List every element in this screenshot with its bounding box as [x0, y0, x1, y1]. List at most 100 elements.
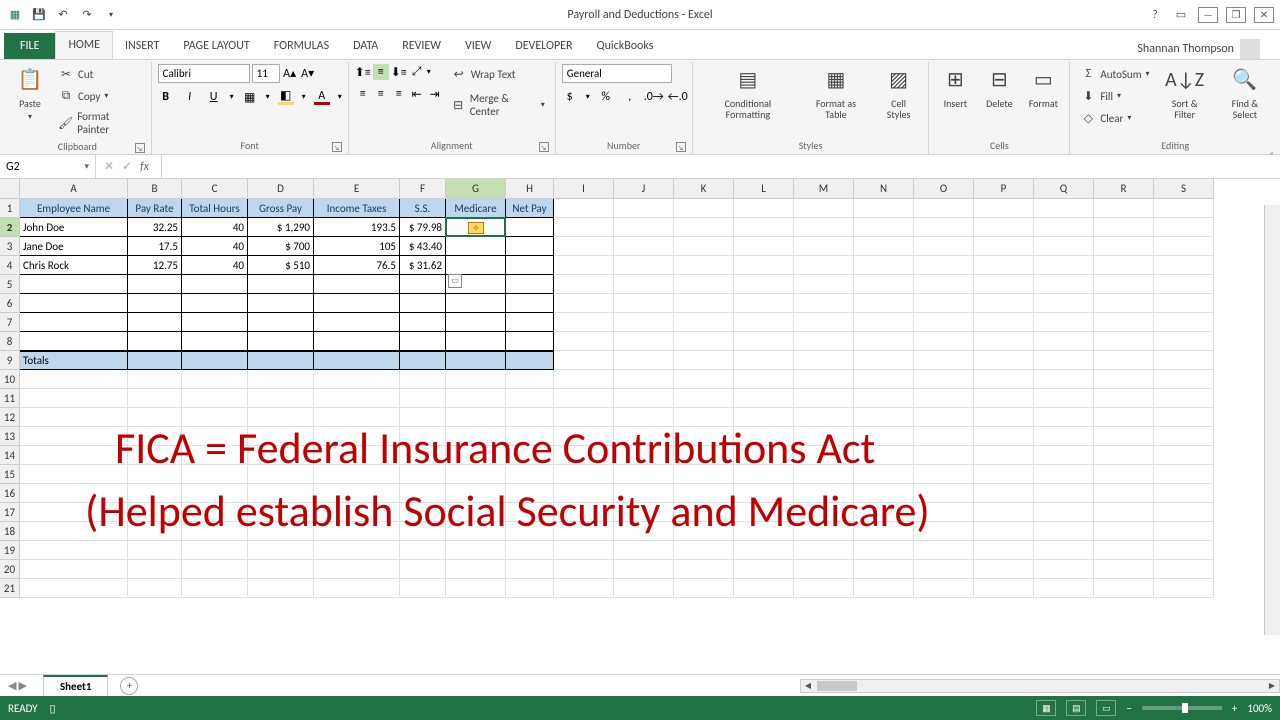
cell[interactable] — [1154, 332, 1214, 351]
cell[interactable] — [794, 218, 854, 237]
cell[interactable] — [506, 579, 554, 598]
cell[interactable] — [554, 389, 614, 408]
cell[interactable] — [854, 275, 914, 294]
tab-review[interactable]: REVIEW — [390, 33, 453, 59]
cell[interactable] — [1034, 275, 1094, 294]
cell[interactable] — [20, 332, 128, 351]
cell[interactable] — [248, 275, 314, 294]
cell[interactable] — [974, 313, 1034, 332]
cell[interactable] — [554, 560, 614, 579]
scroll-left-icon[interactable]: ◀ — [801, 680, 815, 692]
cell[interactable] — [974, 351, 1034, 370]
cell[interactable] — [1154, 579, 1214, 598]
cell[interactable]: 40 — [182, 256, 248, 275]
cell[interactable]: $ 700 — [248, 237, 314, 256]
cell[interactable] — [248, 332, 314, 351]
cell[interactable] — [446, 370, 506, 389]
row-header-8[interactable]: 8 — [0, 332, 20, 351]
copy-button[interactable]: ⧉Copy▾ — [54, 86, 145, 106]
cell[interactable] — [914, 427, 974, 446]
cell[interactable] — [794, 351, 854, 370]
cell[interactable] — [248, 294, 314, 313]
cell[interactable]: $ 510 — [248, 256, 314, 275]
cell[interactable] — [1034, 237, 1094, 256]
cell[interactable] — [1034, 370, 1094, 389]
cell[interactable] — [734, 579, 794, 598]
cell[interactable] — [506, 370, 554, 389]
number-format-input[interactable] — [562, 64, 672, 83]
cell[interactable] — [314, 389, 400, 408]
cell[interactable] — [1154, 465, 1214, 484]
cell[interactable] — [1094, 313, 1154, 332]
cell[interactable]: 105 — [314, 237, 400, 256]
cell[interactable] — [674, 199, 734, 218]
ribbon-options-icon[interactable]: ▭ — [1172, 6, 1190, 24]
cell[interactable] — [854, 332, 914, 351]
zoom-slider[interactable] — [1142, 706, 1222, 710]
col-header-A[interactable]: A — [20, 179, 128, 199]
align-right-icon[interactable]: ≡ — [391, 86, 407, 102]
cell[interactable] — [1094, 427, 1154, 446]
cell[interactable] — [314, 294, 400, 313]
alignment-dialog-icon[interactable]: ↘ — [539, 142, 549, 152]
cell[interactable] — [734, 541, 794, 560]
cell[interactable] — [20, 389, 128, 408]
cell[interactable] — [914, 541, 974, 560]
cell[interactable] — [674, 256, 734, 275]
insert-cells-button[interactable]: ⊞Insert — [935, 64, 975, 111]
cell[interactable]: $ 31.62 — [400, 256, 446, 275]
cell[interactable] — [554, 237, 614, 256]
cell[interactable] — [734, 560, 794, 579]
cell[interactable] — [734, 237, 794, 256]
cell[interactable] — [974, 199, 1034, 218]
increase-decimal-icon[interactable]: .0→ — [646, 89, 662, 105]
row-header-3[interactable]: 3 — [0, 237, 20, 256]
cell[interactable]: $ 79.98 — [400, 218, 446, 237]
cell[interactable] — [794, 560, 854, 579]
col-header-E[interactable]: E — [314, 179, 400, 199]
page-break-view-icon[interactable]: ▭ — [1096, 700, 1116, 716]
cell[interactable] — [1154, 484, 1214, 503]
add-sheet-button[interactable]: + — [120, 677, 138, 695]
format-cells-button[interactable]: ▭Format — [1023, 64, 1063, 111]
wrap-text-button[interactable]: ↩Wrap Text — [447, 64, 549, 84]
cell[interactable] — [1094, 275, 1154, 294]
select-all-corner[interactable] — [0, 179, 20, 199]
find-select-button[interactable]: 🔍Find & Select — [1216, 64, 1274, 122]
align-middle-icon[interactable]: ≡ — [373, 64, 389, 80]
cell[interactable] — [914, 446, 974, 465]
cell[interactable] — [734, 275, 794, 294]
col-header-J[interactable]: J — [614, 179, 674, 199]
cell[interactable] — [914, 256, 974, 275]
cell[interactable] — [734, 351, 794, 370]
cell[interactable] — [1094, 256, 1154, 275]
decrease-font-icon[interactable]: A▾ — [300, 66, 316, 82]
row-header-1[interactable]: 1 — [0, 199, 20, 218]
cell[interactable] — [614, 579, 674, 598]
cell[interactable]: Employee Name — [20, 199, 128, 218]
cell[interactable] — [1094, 237, 1154, 256]
cancel-formula-icon[interactable]: ✕ — [104, 159, 114, 174]
cell[interactable] — [674, 389, 734, 408]
sheet-tab[interactable]: Sheet1 — [43, 675, 109, 697]
row-header-19[interactable]: 19 — [0, 541, 20, 560]
normal-view-icon[interactable]: ▦ — [1036, 700, 1056, 716]
cell[interactable] — [446, 294, 506, 313]
col-header-O[interactable]: O — [914, 179, 974, 199]
cell[interactable] — [854, 256, 914, 275]
cell[interactable] — [674, 579, 734, 598]
cell[interactable]: 40 — [182, 237, 248, 256]
cell[interactable] — [1034, 218, 1094, 237]
cell[interactable] — [614, 370, 674, 389]
cell[interactable] — [974, 332, 1034, 351]
cell[interactable] — [1094, 370, 1154, 389]
cell[interactable] — [128, 351, 182, 370]
tab-home[interactable]: HOME — [55, 31, 113, 59]
cell[interactable] — [1034, 427, 1094, 446]
cell[interactable] — [794, 332, 854, 351]
cell[interactable]: Pay Rate — [128, 199, 182, 218]
row-header-7[interactable]: 7 — [0, 313, 20, 332]
page-layout-view-icon[interactable]: ▤ — [1066, 700, 1086, 716]
row-header-6[interactable]: 6 — [0, 294, 20, 313]
cell[interactable] — [248, 351, 314, 370]
